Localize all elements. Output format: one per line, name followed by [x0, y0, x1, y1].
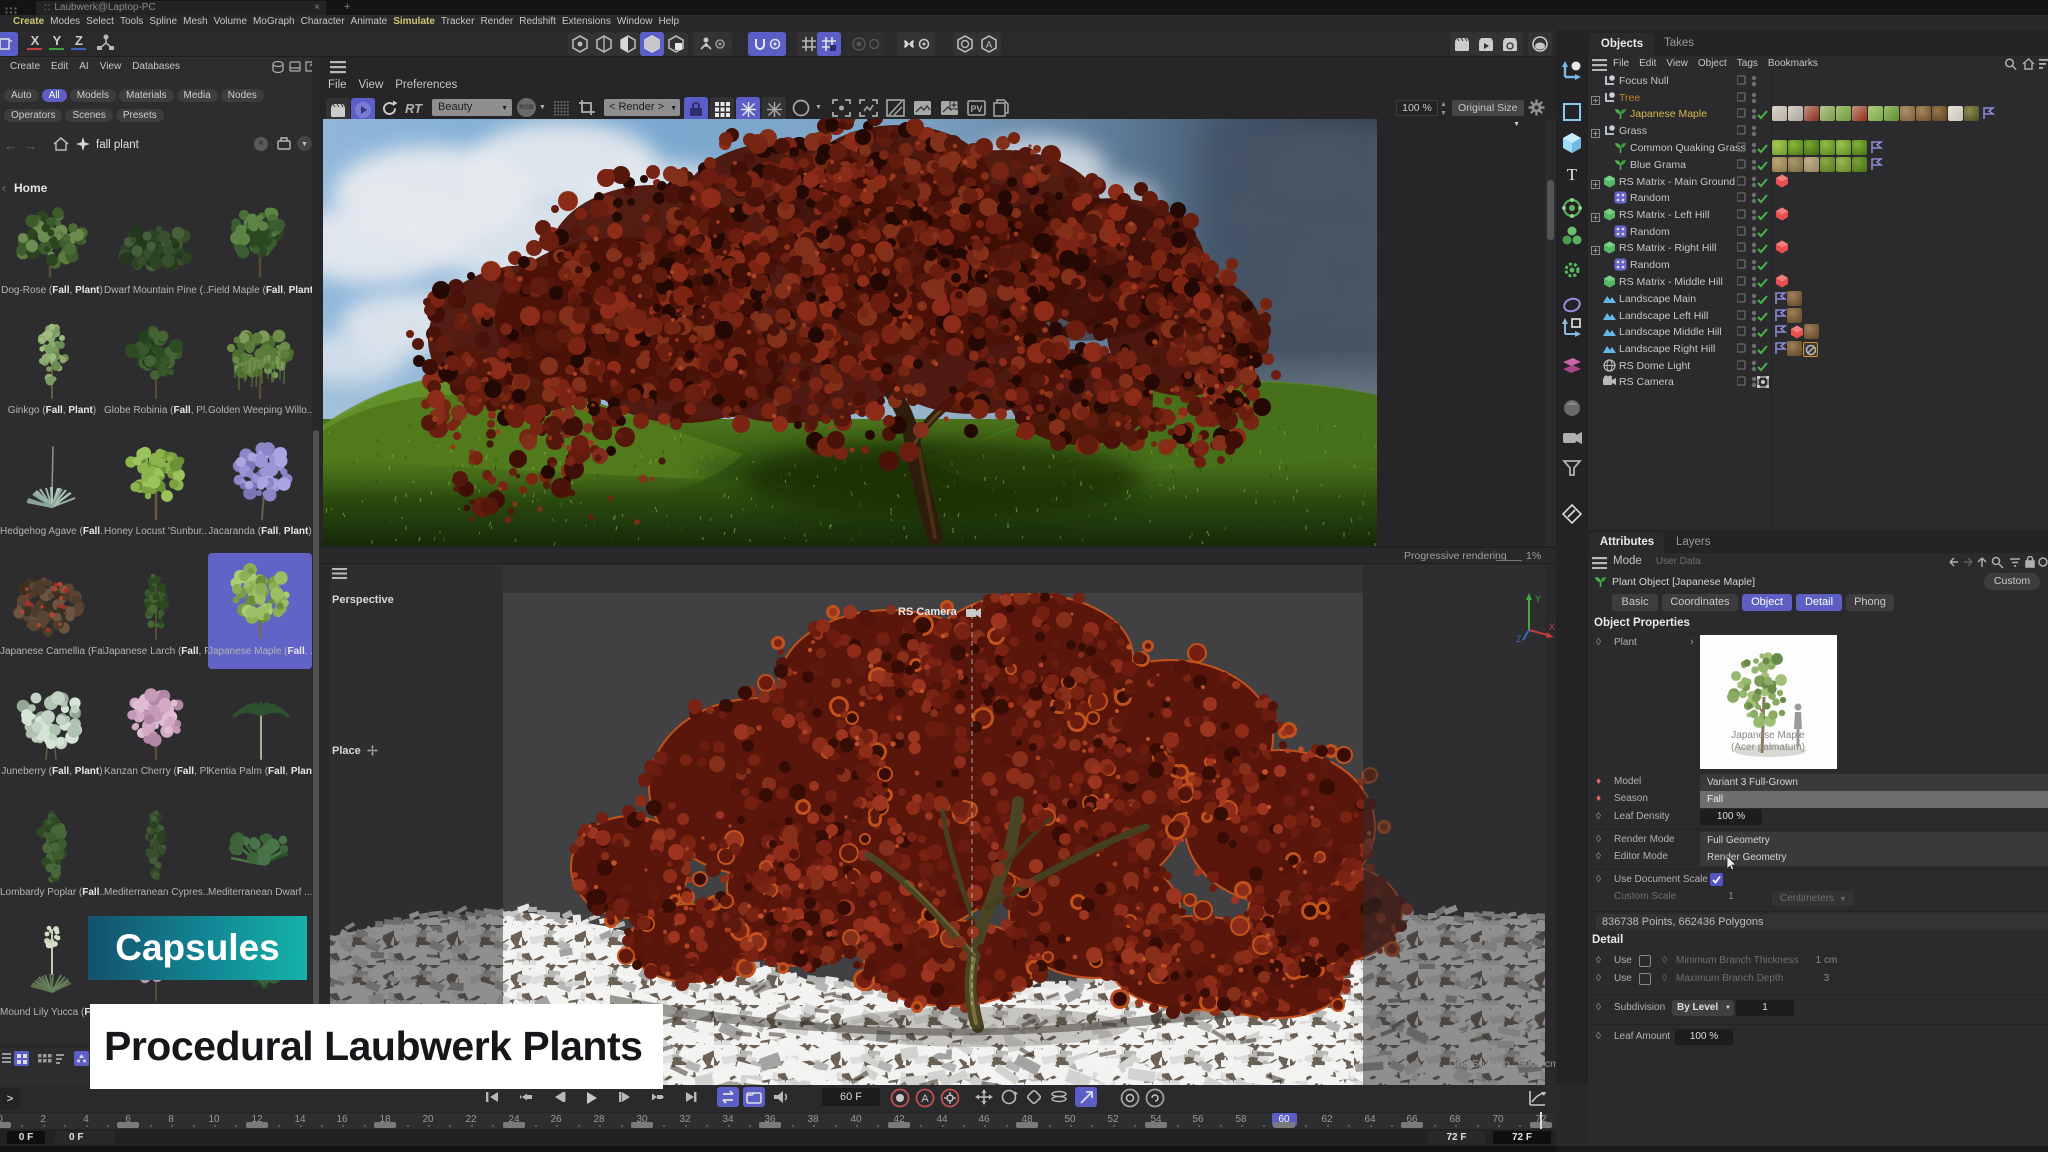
svg-text:PV: PV — [970, 104, 982, 114]
svg-text:A: A — [986, 40, 993, 51]
